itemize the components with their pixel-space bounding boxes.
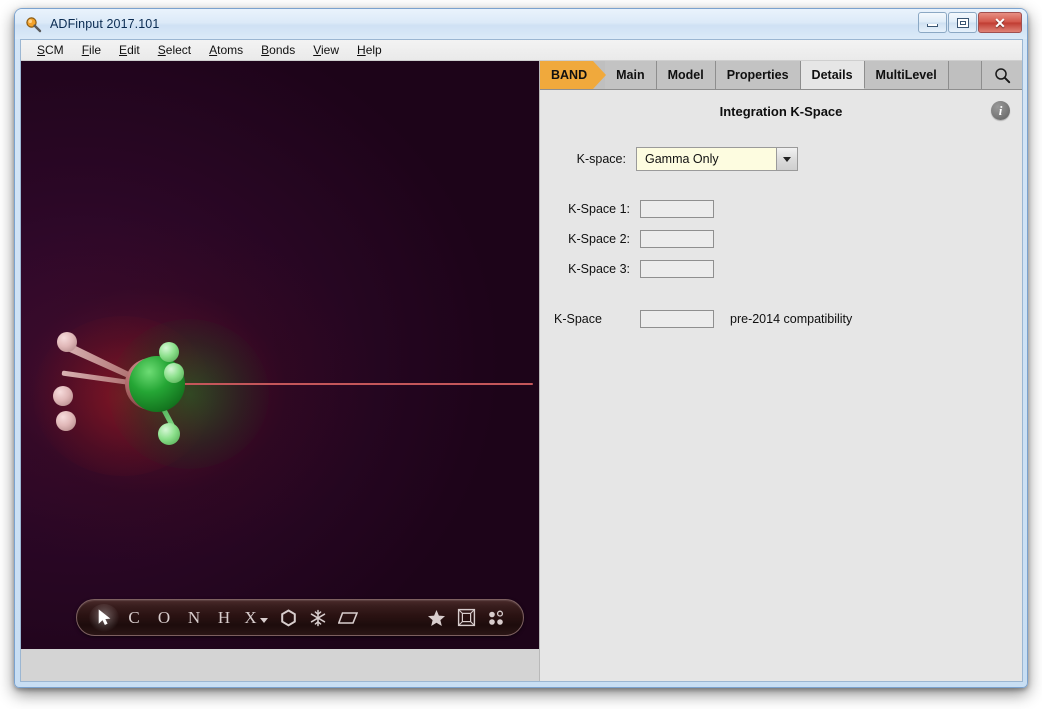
tab-properties[interactable]: Properties xyxy=(715,61,801,89)
kspace-2-row: K-Space 2: xyxy=(554,227,1022,251)
lattice-vector-line xyxy=(151,383,533,385)
menu-bar: SCM File Edit Select Atoms Bonds View He… xyxy=(21,40,1022,61)
plane-icon[interactable] xyxy=(333,604,363,632)
menu-edit[interactable]: Edit xyxy=(110,41,149,59)
application-window: ADFinput 2017.101 ✕ SCM File Edit Select… xyxy=(14,8,1028,688)
other-element-button[interactable]: X xyxy=(239,604,273,632)
kspace-legacy-row: K-Space pre-2014 compatibility xyxy=(554,307,1022,331)
tab-multilevel[interactable]: MultiLevel xyxy=(864,61,949,89)
tab-details[interactable]: Details xyxy=(800,61,865,89)
title-bar: ADFinput 2017.101 ✕ xyxy=(15,9,1027,39)
hydrogen-1 xyxy=(57,332,77,352)
hydrogen-2 xyxy=(53,386,73,406)
molecule-viewport-wrapper: C O N H X xyxy=(21,61,539,681)
kspace-3-input[interactable] xyxy=(640,260,714,278)
maximize-button[interactable] xyxy=(948,12,977,33)
kspace-dropdown[interactable]: Gamma Only xyxy=(636,147,798,171)
kspace-1-label: K-Space 1: xyxy=(568,202,630,216)
kspace-2-input[interactable] xyxy=(640,230,714,248)
kspace-legacy-note: pre-2014 compatibility xyxy=(730,312,853,326)
carbon-atom-button[interactable]: C xyxy=(119,604,149,632)
minimize-icon xyxy=(927,23,938,27)
window-controls: ✕ xyxy=(918,12,1022,33)
menu-atoms[interactable]: Atoms xyxy=(200,41,252,59)
hydrogen-atom-button[interactable]: H xyxy=(209,604,239,632)
kspace-mode-row: K-space: Gamma Only xyxy=(554,147,1022,171)
main-split: C O N H X BAND Main Model Properties Det… xyxy=(21,61,1022,681)
molecule-3d-view[interactable] xyxy=(21,61,539,649)
hydrogen-green-3 xyxy=(158,423,180,445)
tab-main[interactable]: Main xyxy=(605,61,657,89)
box-frame-icon[interactable] xyxy=(451,604,481,632)
tab-bar: BAND Main Model Properties Details Multi… xyxy=(540,61,1022,90)
star-icon[interactable] xyxy=(421,604,451,632)
hydrogen-green-1 xyxy=(159,342,179,362)
window-title: ADFinput 2017.101 xyxy=(50,17,160,31)
chevron-down-icon[interactable] xyxy=(776,148,797,170)
menu-file[interactable]: File xyxy=(73,41,110,59)
menu-bonds[interactable]: Bonds xyxy=(252,41,304,59)
close-button[interactable]: ✕ xyxy=(978,12,1022,33)
kspace-1-row: K-Space 1: xyxy=(554,197,1022,221)
window-bottom-filler xyxy=(21,681,1022,682)
settings-panel: BAND Main Model Properties Details Multi… xyxy=(539,61,1022,681)
menu-scm[interactable]: SCM xyxy=(28,41,73,59)
window-client-area: SCM File Edit Select Atoms Bonds View He… xyxy=(20,39,1023,682)
magnifier-icon xyxy=(25,16,42,33)
drawing-toolbar: C O N H X xyxy=(76,599,524,636)
nitrogen-atom-button[interactable]: N xyxy=(179,604,209,632)
minimize-button[interactable] xyxy=(918,12,947,33)
search-icon[interactable] xyxy=(981,61,1022,89)
other-element-label: X xyxy=(244,607,257,627)
snowflake-icon[interactable] xyxy=(303,604,333,632)
kspace-2-label: K-Space 2: xyxy=(568,232,630,246)
desktop-backdrop: ADFinput 2017.101 ✕ SCM File Edit Select… xyxy=(0,0,1042,709)
dots-icon[interactable] xyxy=(481,604,511,632)
tab-model[interactable]: Model xyxy=(656,61,716,89)
kspace-legacy-input[interactable] xyxy=(640,310,714,328)
close-icon: ✕ xyxy=(994,14,1006,31)
kspace-label: K-space: xyxy=(576,152,626,166)
menu-select[interactable]: Select xyxy=(149,41,200,59)
kspace-legacy-label: K-Space xyxy=(554,312,602,326)
toolbar-strip: C O N H X xyxy=(21,599,539,681)
hydrogen-green-2 xyxy=(164,363,184,383)
select-arrow-icon[interactable] xyxy=(89,603,119,632)
page-title: Integration K-Space xyxy=(719,104,843,119)
menu-view[interactable]: View xyxy=(304,41,348,59)
menu-help[interactable]: Help xyxy=(348,41,391,59)
chevron-down-icon xyxy=(259,618,268,623)
kspace-3-label: K-Space 3: xyxy=(568,262,630,276)
maximize-icon xyxy=(956,17,969,28)
kspace-3-row: K-Space 3: xyxy=(554,257,1022,281)
oxygen-atom-button[interactable]: O xyxy=(149,604,179,632)
info-icon[interactable]: i xyxy=(991,101,1010,120)
tab-band[interactable]: BAND xyxy=(540,61,607,89)
ring-hexagon-icon[interactable] xyxy=(273,604,303,632)
panel-body: Integration K-Space i K-space: Gamma Onl… xyxy=(540,90,1022,681)
hydrogen-3 xyxy=(56,411,76,431)
kspace-1-input[interactable] xyxy=(640,200,714,218)
kspace-selected-value: Gamma Only xyxy=(645,152,719,166)
